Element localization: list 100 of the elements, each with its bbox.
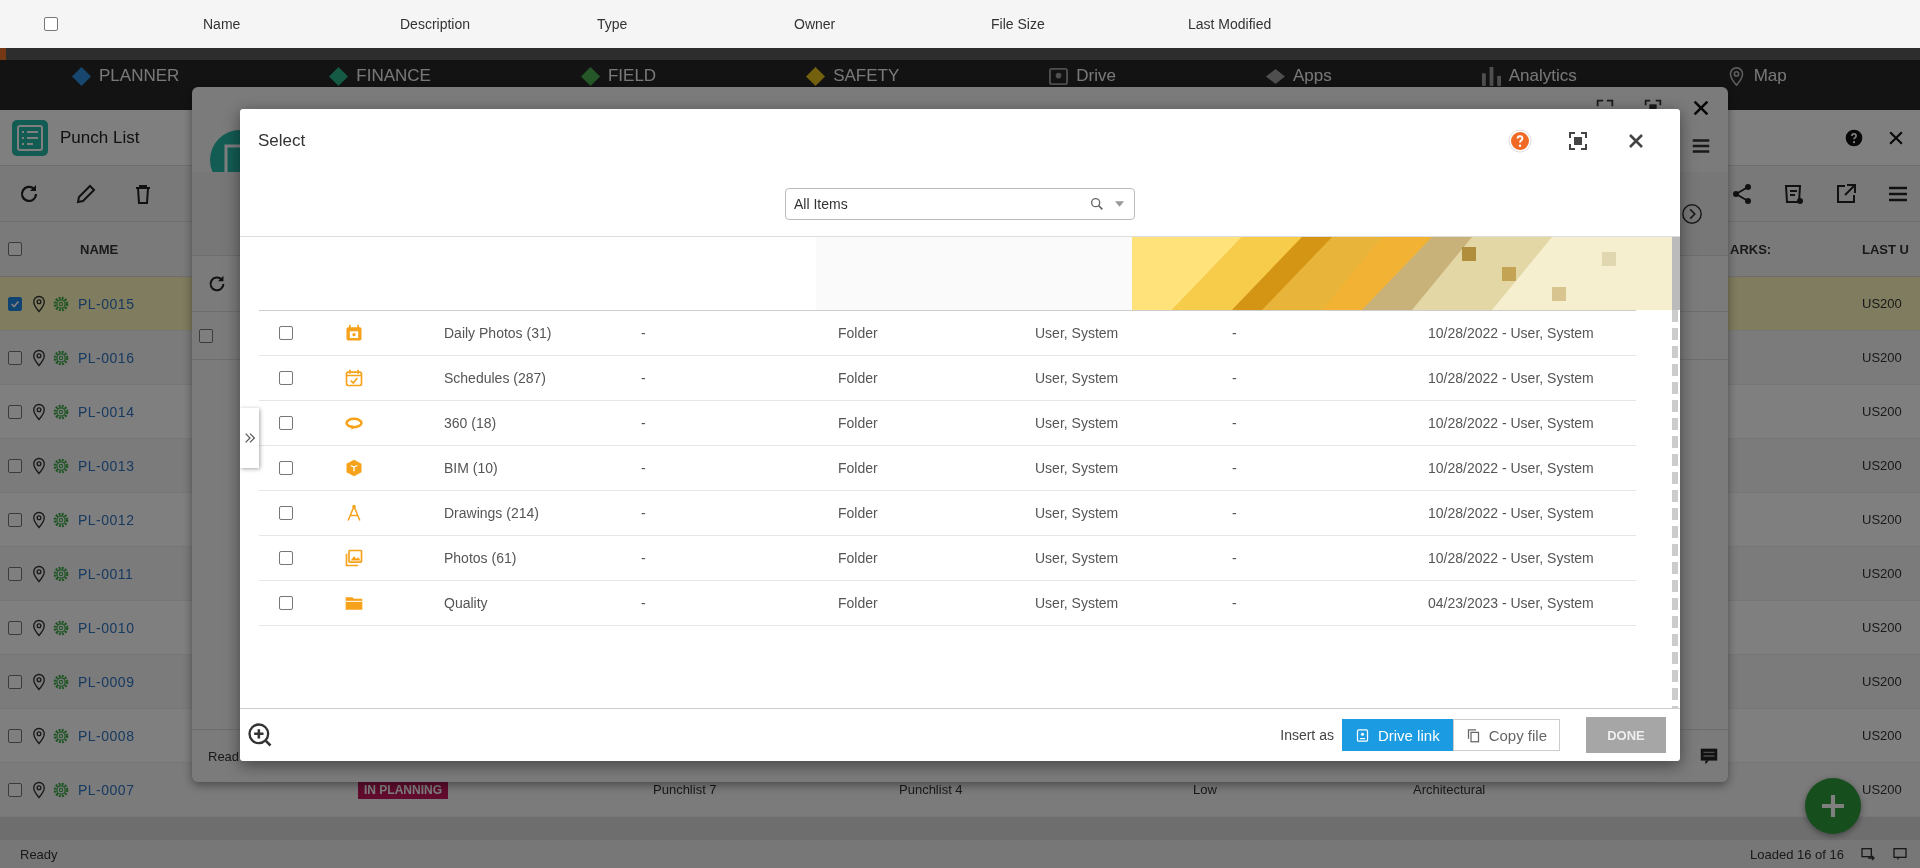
checkbox[interactable] [279, 416, 293, 430]
help-icon[interactable] [1508, 128, 1532, 153]
horizontal-scrollbar[interactable] [0, 817, 1920, 840]
location-pin-icon[interactable] [30, 780, 48, 799]
table-cell-text: User, System [1035, 370, 1120, 386]
checkbox[interactable] [8, 620, 22, 635]
gear-icon[interactable] [52, 618, 70, 637]
external-link-icon[interactable] [1834, 181, 1858, 206]
checkbox[interactable] [279, 461, 293, 475]
chevron-right-icon[interactable] [1681, 202, 1703, 225]
export-icon[interactable] [1860, 846, 1876, 862]
search-field[interactable]: All Items [785, 188, 1135, 220]
location-pin-icon[interactable] [30, 294, 48, 313]
table-cell-text: US200 [1862, 566, 1903, 581]
table-cell-text: User, System [1035, 595, 1120, 611]
table-cell-text: - [641, 595, 647, 611]
file-name[interactable]: Photos (61) [444, 550, 641, 566]
zoom-in-icon[interactable] [246, 721, 274, 749]
checkbox[interactable] [44, 17, 58, 31]
table-cell-text: - [641, 460, 647, 476]
location-pin-icon[interactable] [30, 402, 48, 421]
checkbox[interactable] [279, 596, 293, 610]
table-row[interactable]: Quality - Folder User, System - 04/23/2023 - User, System [259, 581, 1636, 626]
nav-item[interactable]: Apps [1265, 66, 1332, 86]
insert-option[interactable]: Copy file [1452, 719, 1560, 751]
search-icon[interactable] [1089, 196, 1105, 212]
checkbox[interactable] [8, 566, 22, 581]
help-icon[interactable] [1844, 127, 1864, 148]
column-header[interactable]: Owner [794, 16, 991, 32]
checkbox[interactable] [8, 512, 22, 527]
table-cell-text: User, System [1035, 325, 1120, 341]
table-cell-text: US200 [1862, 674, 1903, 689]
checkbox[interactable] [8, 674, 22, 689]
column-header[interactable]: Name [203, 16, 400, 32]
checkbox[interactable] [279, 506, 293, 520]
nav-item[interactable]: FIELD [580, 66, 657, 86]
file-name[interactable]: Drawings (214) [444, 505, 641, 521]
checkbox[interactable] [8, 782, 22, 797]
column-header[interactable]: ARKS: [1730, 241, 1862, 257]
location-pin-icon[interactable] [30, 510, 48, 529]
checkbox[interactable] [199, 328, 213, 343]
nav-item[interactable]: SAFETY [806, 66, 900, 86]
column-header[interactable]: File Size [991, 16, 1188, 32]
file-name[interactable]: Schedules (287) [444, 370, 641, 386]
cube-icon [344, 458, 364, 478]
checkbox[interactable] [8, 458, 22, 473]
table-cell-text: - [641, 370, 647, 386]
location-pin-icon[interactable] [30, 348, 48, 367]
checkbox[interactable] [8, 296, 22, 311]
table-row[interactable]: Daily Photos (31) - Folder User, System - 10/28/2022 - User, System [259, 311, 1636, 356]
gear-icon[interactable] [52, 726, 70, 745]
table-row[interactable]: 360 (18) - Folder User, System - 10/28/2022 - User, System [259, 401, 1636, 446]
table-row[interactable]: BIM (10) - Folder User, System - 10/28/2022 - User, System [259, 446, 1636, 491]
file-name[interactable]: 360 (18) [444, 415, 641, 431]
file-name[interactable]: Quality [444, 595, 641, 611]
scrollbar[interactable] [1672, 237, 1680, 310]
table-cell-text: US200 [1862, 620, 1903, 635]
checkbox[interactable] [8, 728, 22, 743]
column-header[interactable]: LAST U [1862, 241, 1920, 257]
table-cell-text: - [641, 415, 647, 431]
checkbox[interactable] [279, 551, 293, 565]
location-pin-icon[interactable] [30, 726, 48, 745]
checkbox[interactable] [279, 326, 293, 340]
table-row[interactable]: Schedules (287) - Folder User, System - 10/28/2022 - User, System [259, 356, 1636, 401]
diamond-icon [72, 66, 91, 86]
checkbox[interactable] [8, 242, 22, 256]
scrollbar[interactable] [1672, 310, 1678, 708]
table-row[interactable]: Photos (61) - Folder User, System - 10/28/2022 - User, System [259, 536, 1636, 581]
file-name[interactable]: BIM (10) [444, 460, 641, 476]
location-pin-icon[interactable] [30, 564, 48, 583]
table-cell-text: - [641, 505, 647, 521]
checkbox[interactable] [279, 371, 293, 385]
gear-icon[interactable] [52, 402, 70, 421]
expand-tab[interactable] [240, 408, 259, 468]
location-pin-icon[interactable] [30, 672, 48, 691]
nav-item[interactable]: Map [1726, 66, 1787, 86]
drive-icon [1049, 66, 1069, 86]
status-text: Read [208, 748, 240, 764]
column-header[interactable]: Type [597, 16, 794, 32]
caret-icon[interactable] [1115, 201, 1124, 207]
file-name[interactable]: Daily Photos (31) [444, 325, 641, 341]
table-cell-text: US200 [1862, 512, 1903, 527]
message-icon[interactable] [1892, 846, 1908, 862]
column-header[interactable]: Description [400, 16, 597, 32]
column-header[interactable]: NAME [80, 241, 119, 257]
checkbox[interactable] [8, 350, 22, 365]
table-row[interactable]: Drawings (214) - Folder User, System - 10/28/2022 - User, System [259, 491, 1636, 536]
checkbox[interactable] [8, 404, 22, 419]
table-cell-text: Folder [838, 505, 879, 521]
table-cell-text: US200 [1862, 728, 1903, 743]
location-pin-icon[interactable] [30, 618, 48, 637]
column-header[interactable]: Last Modified [1188, 16, 1385, 32]
table-cell-text: 10/28/2022 - User, System [1428, 550, 1595, 566]
location-pin-icon[interactable] [30, 456, 48, 475]
nav-item[interactable]: Drive [1049, 66, 1116, 86]
share-icon[interactable] [1730, 181, 1754, 206]
gear-icon[interactable] [52, 510, 70, 529]
nav-item[interactable]: FINANCE [329, 66, 431, 86]
nav-item[interactable]: Analytics [1481, 66, 1577, 86]
nav-item[interactable]: PLANNER [72, 66, 180, 86]
